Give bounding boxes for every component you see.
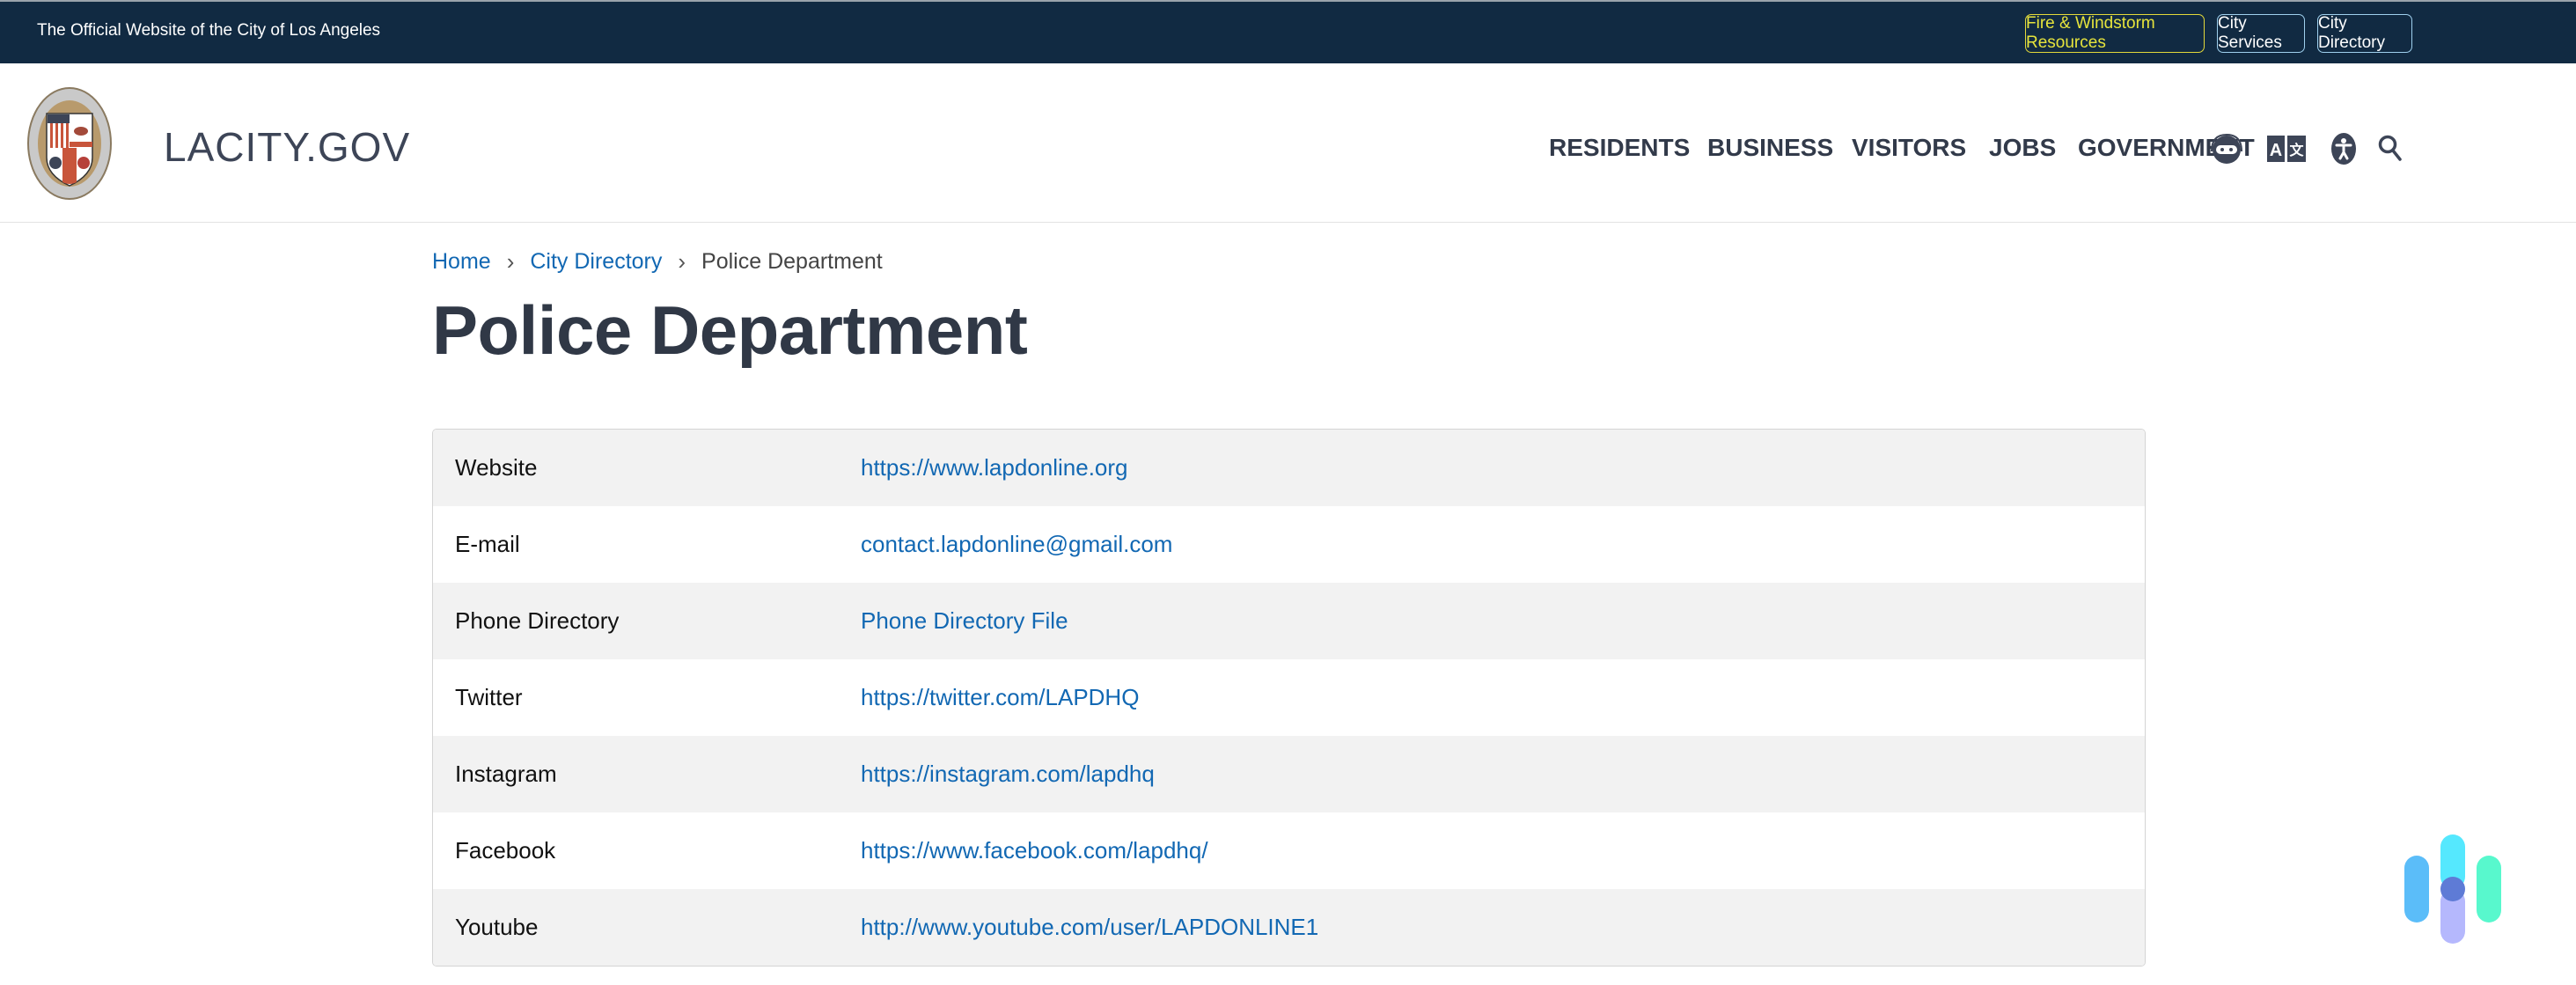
row-label: Phone Directory bbox=[455, 607, 620, 634]
youtube-link[interactable]: http://www.youtube.com/user/LAPDONLINE1 bbox=[861, 914, 1318, 941]
nav-business[interactable]: BUSINESS bbox=[1707, 134, 1833, 162]
table-row-website: Website https://www.lapdonline.org bbox=[433, 430, 2145, 506]
city-services-button[interactable]: City Services bbox=[2217, 14, 2305, 53]
official-website-text: The Official Website of the City of Los … bbox=[37, 21, 381, 40]
instagram-link[interactable]: https://instagram.com/lapdhq bbox=[861, 761, 1155, 788]
table-row-email: E-mail contact.lapdonline@gmail.com bbox=[433, 506, 2145, 583]
search-icon[interactable] bbox=[2378, 134, 2403, 162]
breadcrumb-current: Police Department bbox=[701, 249, 883, 274]
assistant-widget-icon[interactable] bbox=[2404, 834, 2503, 944]
chevron-right-icon: › bbox=[506, 248, 515, 275]
breadcrumb-home[interactable]: Home bbox=[432, 249, 491, 275]
table-row-twitter: Twitter https://twitter.com/LAPDHQ bbox=[433, 659, 2145, 736]
svg-text:A: A bbox=[2270, 141, 2282, 160]
nav-visitors[interactable]: VISITORS bbox=[1852, 134, 1966, 162]
city-seal-logo[interactable] bbox=[27, 87, 112, 200]
row-label: E-mail bbox=[455, 531, 520, 557]
phone-directory-link[interactable]: Phone Directory File bbox=[861, 607, 1068, 635]
table-row-phone-directory: Phone Directory Phone Directory File bbox=[433, 583, 2145, 659]
row-label: Twitter bbox=[455, 684, 523, 710]
translate-icon[interactable]: A 文 bbox=[2267, 136, 2306, 162]
fire-windstorm-resources-button[interactable]: Fire & Windstorm Resources bbox=[2025, 14, 2205, 53]
breadcrumb: Home › City Directory › Police Departmen… bbox=[432, 248, 883, 276]
table-row-facebook: Facebook https://www.facebook.com/lapdhq/ bbox=[433, 812, 2145, 889]
breadcrumb-city-directory[interactable]: City Directory bbox=[530, 249, 662, 275]
svg-text:文: 文 bbox=[2289, 142, 2304, 158]
website-link[interactable]: https://www.lapdonline.org bbox=[861, 454, 1128, 481]
top-utility-bar: The Official Website of the City of Los … bbox=[0, 0, 2576, 63]
table-row-instagram: Instagram https://instagram.com/lapdhq bbox=[433, 736, 2145, 812]
accessibility-icon[interactable] bbox=[2330, 132, 2357, 165]
row-label: Facebook bbox=[455, 837, 556, 864]
table-row-youtube: Youtube http://www.youtube.com/user/LAPDO… bbox=[433, 889, 2145, 966]
chevron-right-icon: › bbox=[678, 248, 686, 275]
email-link[interactable]: contact.lapdonline@gmail.com bbox=[861, 531, 1172, 558]
facebook-link[interactable]: https://www.facebook.com/lapdhq/ bbox=[861, 837, 1208, 864]
site-header: LACITY.GOV RESIDENTS BUSINESS VISITORS J… bbox=[0, 63, 2576, 223]
department-info-table: Website https://www.lapdonline.org E-mail… bbox=[432, 429, 2146, 967]
twitter-link[interactable]: https://twitter.com/LAPDHQ bbox=[861, 684, 1139, 711]
nav-jobs[interactable]: JOBS bbox=[1989, 134, 2056, 162]
row-label: Website bbox=[455, 454, 538, 481]
chatbot-icon[interactable] bbox=[2210, 132, 2243, 167]
row-label: Instagram bbox=[455, 761, 557, 787]
site-brand[interactable]: LACITY.GOV bbox=[164, 123, 410, 171]
city-directory-button[interactable]: City Directory bbox=[2317, 14, 2412, 53]
page-title: Police Department bbox=[432, 291, 1028, 369]
row-label: Youtube bbox=[455, 914, 539, 940]
nav-residents[interactable]: RESIDENTS bbox=[1549, 134, 1690, 162]
